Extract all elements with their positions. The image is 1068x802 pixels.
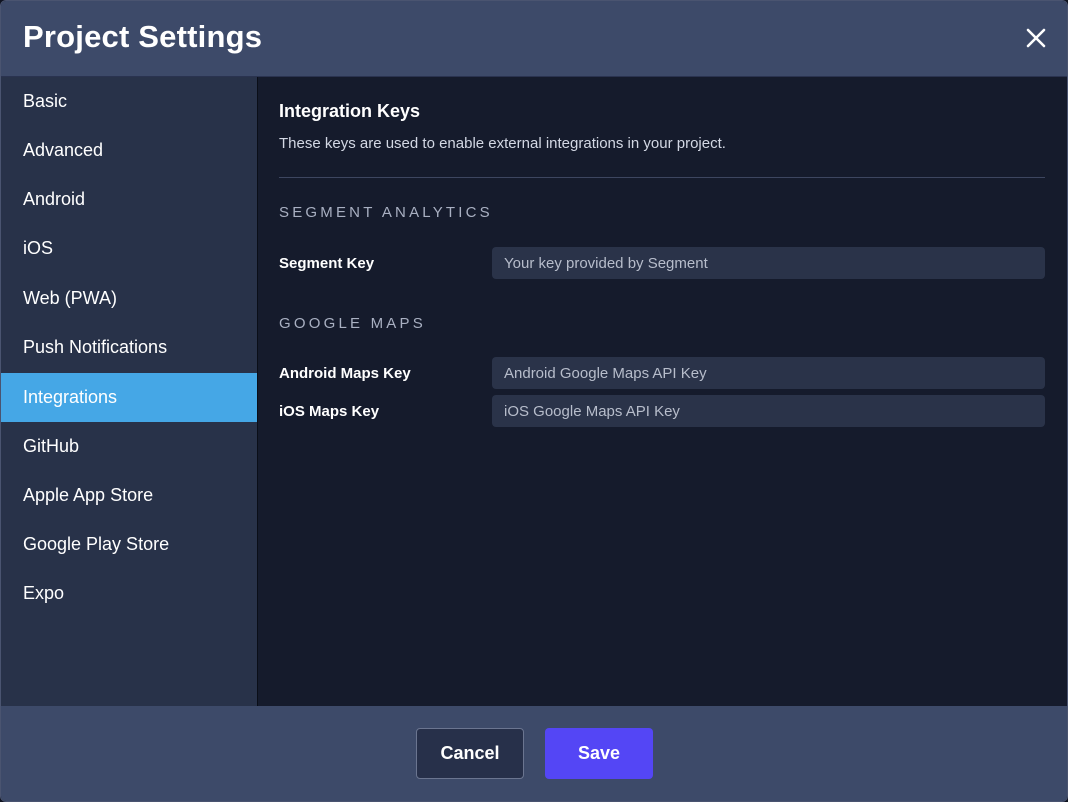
segment-key-input[interactable] bbox=[492, 247, 1045, 279]
cancel-button[interactable]: Cancel bbox=[416, 728, 524, 779]
sidebar-item-web-pwa[interactable]: Web (PWA) bbox=[1, 274, 257, 323]
android-maps-key-label: Android Maps Key bbox=[279, 365, 411, 382]
sidebar-item-ios[interactable]: iOS bbox=[1, 224, 257, 273]
section-description: These keys are used to enable external i… bbox=[279, 135, 726, 152]
sidebar-item-push-notifications[interactable]: Push Notifications bbox=[1, 323, 257, 372]
section-divider bbox=[279, 177, 1045, 178]
ios-maps-key-label: iOS Maps Key bbox=[279, 403, 380, 420]
ios-maps-key-input[interactable] bbox=[492, 395, 1045, 427]
dialog-footer: Cancel Save bbox=[1, 706, 1067, 801]
sidebar-item-android[interactable]: Android bbox=[1, 175, 257, 224]
sidebar-item-basic[interactable]: Basic bbox=[1, 77, 257, 126]
save-button[interactable]: Save bbox=[545, 728, 653, 779]
dialog-title: Project Settings bbox=[23, 19, 263, 54]
sidebar-item-google-play-store[interactable]: Google Play Store bbox=[1, 520, 257, 569]
google-maps-heading: GOOGLE MAPS bbox=[279, 315, 426, 332]
close-button[interactable] bbox=[1023, 25, 1049, 51]
sidebar-item-advanced[interactable]: Advanced bbox=[1, 126, 257, 175]
settings-content: Integration Keys These keys are used to … bbox=[258, 77, 1067, 706]
close-icon bbox=[1026, 28, 1046, 48]
settings-sidebar: Basic Advanced Android iOS Web (PWA) Pus… bbox=[1, 77, 258, 706]
sidebar-item-apple-app-store[interactable]: Apple App Store bbox=[1, 471, 257, 520]
sidebar-item-expo[interactable]: Expo bbox=[1, 569, 257, 618]
sidebar-item-integrations[interactable]: Integrations bbox=[1, 373, 257, 422]
segment-analytics-heading: SEGMENT ANALYTICS bbox=[279, 204, 493, 221]
section-title: Integration Keys bbox=[279, 101, 421, 121]
sidebar-item-github[interactable]: GitHub bbox=[1, 422, 257, 471]
android-maps-key-input[interactable] bbox=[492, 357, 1045, 389]
project-settings-dialog: Project Settings Basic Advanced Android … bbox=[0, 0, 1068, 802]
dialog-header: Project Settings bbox=[1, 1, 1067, 77]
segment-key-label: Segment Key bbox=[279, 255, 375, 272]
